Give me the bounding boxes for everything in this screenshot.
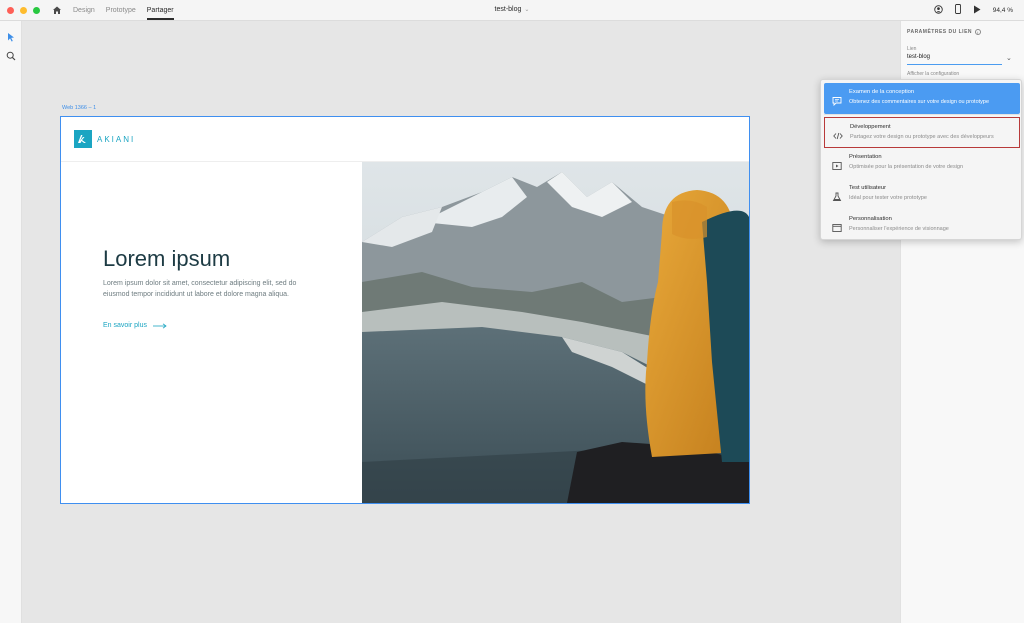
menu-item-description: Personnaliser l'expérience de visionnage: [849, 226, 949, 232]
tab-share[interactable]: Partager: [146, 7, 174, 20]
menu-item-presentation[interactable]: Présentation Optimisée pour la présentat…: [824, 148, 1020, 179]
artboard-label[interactable]: Web 1366 – 1: [62, 105, 96, 111]
tab-design[interactable]: Design: [73, 7, 95, 14]
window-controls: [7, 6, 40, 14]
menu-item-custom[interactable]: Personnalisation Personnaliser l'expérie…: [824, 210, 1020, 241]
arrow-right-icon: [152, 322, 167, 329]
document-title[interactable]: test-blog ⌄: [495, 6, 530, 13]
menu-item-label: Examen de la conception: [849, 89, 915, 95]
tool-bar: [0, 21, 22, 623]
menu-divider: [824, 114, 1020, 115]
comment-icon: [832, 93, 842, 107]
panel-title: PARAMÈTRES DU LIEN i: [907, 29, 982, 35]
menu-item-label: Présentation: [849, 154, 882, 160]
logo-text: AKIANI: [97, 135, 136, 144]
close-window-button[interactable]: [7, 6, 14, 14]
chevron-down-icon: ⌄: [524, 7, 530, 13]
menu-item-label: Personnalisation: [849, 216, 892, 222]
home-icon[interactable]: [52, 4, 64, 16]
flask-icon: [832, 189, 842, 201]
link-label: Lien: [907, 46, 917, 52]
hero-text: Lorem ipsum dolor sit amet, consectetur …: [103, 280, 297, 298]
title-bar-actions: 94,4 %: [934, 4, 1013, 16]
play-icon: [832, 158, 842, 170]
play-icon[interactable]: [973, 5, 981, 16]
zoom-level[interactable]: 94,4 %: [993, 7, 1013, 14]
config-label: Afficher la configuration: [907, 71, 960, 77]
code-icon: [833, 128, 843, 140]
artboard-header: AKIANI: [61, 117, 749, 162]
logo-mark-icon: [74, 130, 92, 148]
menu-item-design-review[interactable]: Examen de la conception Obtenez des comm…: [824, 83, 1020, 114]
hero-photo: [362, 162, 749, 503]
title-bar: Design Prototype Partager test-blog ⌄ 94…: [0, 0, 1024, 21]
menu-item-description: Idéal pour tester votre prototype: [849, 195, 927, 201]
hero-link-label: En savoir plus: [103, 322, 147, 329]
menu-item-label: Développement: [850, 124, 891, 130]
menu-item-description: Partagez votre design ou prototype avec …: [850, 134, 994, 140]
link-name-input[interactable]: test-blog: [907, 53, 1002, 65]
select-tool-icon[interactable]: [6, 29, 16, 42]
hero-link[interactable]: En savoir plus: [103, 322, 167, 329]
panel-title-text: PARAMÈTRES DU LIEN: [907, 29, 973, 35]
hero-title: Lorem ipsum: [103, 246, 231, 271]
info-icon[interactable]: i: [975, 29, 982, 35]
user-icon[interactable]: [934, 4, 943, 16]
menu-item-description: Optimisée pour la présentation de votre …: [849, 164, 964, 170]
menu-item-user-test[interactable]: Test utilisateur Idéal pour tester votre…: [824, 179, 1020, 210]
menu-item-development[interactable]: Développement Partagez votre design ou p…: [824, 117, 1020, 148]
zoom-tool-icon[interactable]: [6, 48, 16, 61]
mobile-preview-icon[interactable]: [954, 4, 961, 16]
minimize-window-button[interactable]: [20, 6, 27, 14]
window-icon: [832, 220, 842, 232]
menu-item-description: Obtenez des commentaires sur votre desig…: [849, 99, 990, 105]
hero-section: [61, 162, 362, 503]
document-title-text: test-blog: [494, 6, 522, 13]
menu-item-label: Test utilisateur: [849, 185, 887, 191]
mode-tabs: Design Prototype Partager: [73, 7, 174, 20]
zoom-window-button[interactable]: [33, 6, 40, 14]
chevron-down-icon[interactable]: ⌄: [1006, 54, 1012, 62]
artboard[interactable]: AKIANI Lorem ipsum Lorem ipsum dolor sit…: [60, 116, 750, 504]
share-mode-menu: Examen de la conception Obtenez des comm…: [820, 79, 1022, 240]
tab-prototype[interactable]: Prototype: [106, 7, 136, 14]
